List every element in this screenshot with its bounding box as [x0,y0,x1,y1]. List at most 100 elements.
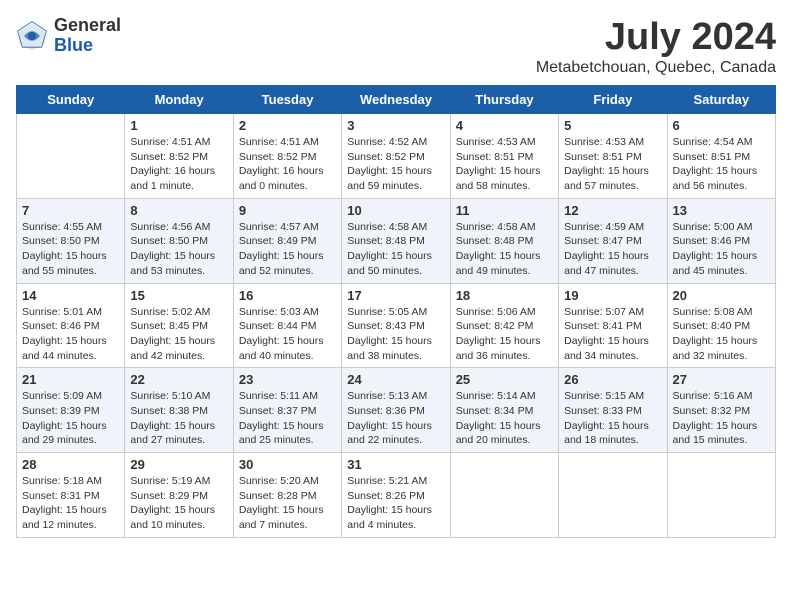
calendar-cell: 25Sunrise: 5:14 AMSunset: 8:34 PMDayligh… [450,368,558,453]
day-info: Sunrise: 5:08 AMSunset: 8:40 PMDaylight:… [673,305,770,364]
column-header-friday: Friday [559,86,667,114]
day-number: 28 [22,457,119,472]
day-info: Sunrise: 5:11 AMSunset: 8:37 PMDaylight:… [239,389,336,448]
column-header-thursday: Thursday [450,86,558,114]
calendar-cell: 15 Sunrise: 5:02 AMSunset: 8:45 PMDayligh… [125,283,233,368]
calendar-cell: 31Sunrise: 5:21 AMSunset: 8:26 PMDayligh… [342,453,450,538]
day-number: 16 [239,288,336,303]
calendar-cell: 28 Sunrise: 5:18 AMSunset: 8:31 PMDayligh… [17,453,125,538]
logo-blue-text: Blue [54,36,121,56]
day-info: Sunrise: 5:13 AMSunset: 8:36 PMDaylight:… [347,389,444,448]
day-info: Sunrise: 4:53 AMSunset: 8:51 PMDaylight:… [456,135,553,194]
day-number: 22 [130,372,227,387]
day-number: 6 [673,118,770,133]
calendar-cell: 18 Sunrise: 5:06 AMSunset: 8:42 PMDayligh… [450,283,558,368]
day-number: 12 [564,203,661,218]
main-title: July 2024 [536,16,776,59]
calendar-cell: 10Sunrise: 4:58 AMSunset: 8:48 PMDayligh… [342,198,450,283]
day-number: 14 [22,288,119,303]
day-number: 9 [239,203,336,218]
calendar-cell: 27 Sunrise: 5:16 AMSunset: 8:32 PMDayligh… [667,368,775,453]
subtitle: Metabetchouan, Quebec, Canada [536,59,776,77]
day-number: 8 [130,203,227,218]
day-number: 10 [347,203,444,218]
day-info: Sunrise: 5:18 AMSunset: 8:31 PMDaylight:… [22,474,119,533]
day-info: Sunrise: 5:19 AMSunset: 8:29 PMDaylight:… [130,474,227,533]
calendar-week-4: 21 Sunrise: 5:09 AMSunset: 8:39 PMDayligh… [17,368,776,453]
day-number: 17 [347,288,444,303]
calendar-week-3: 14Sunrise: 5:01 AMSunset: 8:46 PMDayligh… [17,283,776,368]
day-info: Sunrise: 5:06 AMSunset: 8:42 PMDaylight:… [456,305,553,364]
day-info: Sunrise: 5:16 AMSunset: 8:32 PMDaylight:… [673,389,770,448]
calendar-cell: 8 Sunrise: 4:56 AMSunset: 8:50 PMDaylight… [125,198,233,283]
day-info: Sunrise: 4:54 AMSunset: 8:51 PMDaylight:… [673,135,770,194]
calendar-header: SundayMondayTuesdayWednesdayThursdayFrid… [17,86,776,114]
day-number: 26 [564,372,661,387]
calendar-cell: 22 Sunrise: 5:10 AMSunset: 8:38 PMDayligh… [125,368,233,453]
day-info: Sunrise: 4:51 AMSunset: 8:52 PMDaylight:… [239,135,336,194]
day-number: 7 [22,203,119,218]
day-info: Sunrise: 4:53 AMSunset: 8:51 PMDaylight:… [564,135,661,194]
day-number: 1 [130,118,227,133]
logo: General Blue [16,16,121,56]
calendar-cell: 4 Sunrise: 4:53 AMSunset: 8:51 PMDaylight… [450,114,558,199]
day-number: 15 [130,288,227,303]
calendar-cell: 21 Sunrise: 5:09 AMSunset: 8:39 PMDayligh… [17,368,125,453]
day-number: 11 [456,203,553,218]
logo-general-text: General [54,16,121,36]
column-header-wednesday: Wednesday [342,86,450,114]
day-number: 2 [239,118,336,133]
column-header-monday: Monday [125,86,233,114]
day-number: 20 [673,288,770,303]
logo-icon [16,20,48,52]
title-block: July 2024 Metabetchouan, Quebec, Canada [536,16,776,77]
calendar-cell: 29Sunrise: 5:19 AMSunset: 8:29 PMDayligh… [125,453,233,538]
calendar-cell [667,453,775,538]
day-info: Sunrise: 5:10 AMSunset: 8:38 PMDaylight:… [130,389,227,448]
day-info: Sunrise: 4:56 AMSunset: 8:50 PMDaylight:… [130,220,227,279]
day-info: Sunrise: 5:15 AMSunset: 8:33 PMDaylight:… [564,389,661,448]
day-info: Sunrise: 4:55 AMSunset: 8:50 PMDaylight:… [22,220,119,279]
day-info: Sunrise: 5:09 AMSunset: 8:39 PMDaylight:… [22,389,119,448]
day-number: 13 [673,203,770,218]
day-number: 5 [564,118,661,133]
day-number: 27 [673,372,770,387]
day-info: Sunrise: 5:00 AMSunset: 8:46 PMDaylight:… [673,220,770,279]
day-number: 23 [239,372,336,387]
day-info: Sunrise: 5:03 AMSunset: 8:44 PMDaylight:… [239,305,336,364]
calendar-cell: 30 Sunrise: 5:20 AMSunset: 8:28 PMDayligh… [233,453,341,538]
calendar-cell: 16 Sunrise: 5:03 AMSunset: 8:44 PMDayligh… [233,283,341,368]
column-header-saturday: Saturday [667,86,775,114]
day-info: Sunrise: 4:52 AMSunset: 8:52 PMDaylight:… [347,135,444,194]
calendar-cell: 9 Sunrise: 4:57 AMSunset: 8:49 PMDaylight… [233,198,341,283]
calendar-cell: 5 Sunrise: 4:53 AMSunset: 8:51 PMDaylight… [559,114,667,199]
calendar-cell: 23 Sunrise: 5:11 AMSunset: 8:37 PMDayligh… [233,368,341,453]
day-info: Sunrise: 5:21 AMSunset: 8:26 PMDaylight:… [347,474,444,533]
calendar-cell [559,453,667,538]
calendar-body: 1 Sunrise: 4:51 AMSunset: 8:52 PMDaylight… [17,114,776,538]
calendar-cell: 2 Sunrise: 4:51 AMSunset: 8:52 PMDaylight… [233,114,341,199]
day-number: 21 [22,372,119,387]
logo-text: General Blue [54,16,121,56]
day-info: Sunrise: 5:05 AMSunset: 8:43 PMDaylight:… [347,305,444,364]
day-number: 4 [456,118,553,133]
calendar-cell: 12Sunrise: 4:59 AMSunset: 8:47 PMDayligh… [559,198,667,283]
calendar-cell: 19Sunrise: 5:07 AMSunset: 8:41 PMDayligh… [559,283,667,368]
column-header-tuesday: Tuesday [233,86,341,114]
day-info: Sunrise: 4:57 AMSunset: 8:49 PMDaylight:… [239,220,336,279]
calendar-cell: 24Sunrise: 5:13 AMSunset: 8:36 PMDayligh… [342,368,450,453]
day-number: 30 [239,457,336,472]
calendar-cell: 20 Sunrise: 5:08 AMSunset: 8:40 PMDayligh… [667,283,775,368]
calendar-week-1: 1 Sunrise: 4:51 AMSunset: 8:52 PMDaylight… [17,114,776,199]
day-info: Sunrise: 5:02 AMSunset: 8:45 PMDaylight:… [130,305,227,364]
calendar-cell: 14Sunrise: 5:01 AMSunset: 8:46 PMDayligh… [17,283,125,368]
calendar-cell: 7 Sunrise: 4:55 AMSunset: 8:50 PMDaylight… [17,198,125,283]
calendar-cell: 26 Sunrise: 5:15 AMSunset: 8:33 PMDayligh… [559,368,667,453]
day-info: Sunrise: 5:20 AMSunset: 8:28 PMDaylight:… [239,474,336,533]
column-header-sunday: Sunday [17,86,125,114]
calendar-cell: 17 Sunrise: 5:05 AMSunset: 8:43 PMDayligh… [342,283,450,368]
day-number: 18 [456,288,553,303]
calendar-week-5: 28 Sunrise: 5:18 AMSunset: 8:31 PMDayligh… [17,453,776,538]
calendar-cell: 6 Sunrise: 4:54 AMSunset: 8:51 PMDaylight… [667,114,775,199]
day-number: 19 [564,288,661,303]
